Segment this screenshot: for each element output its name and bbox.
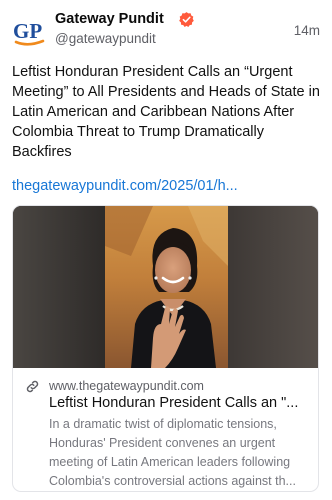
author-handle[interactable]: @gatewaypundit (55, 30, 156, 48)
card-image[interactable] (13, 206, 318, 368)
post-link[interactable]: thegatewaypundit.com/2025/01/h... (12, 176, 238, 196)
post-text: Leftist Honduran President Calls an “Urg… (12, 64, 320, 160)
author-name[interactable]: Gateway Pundit (55, 10, 164, 28)
card-title[interactable]: Leftist Honduran President Calls an "... (49, 394, 311, 413)
link-preview-card[interactable]: www.thegatewaypundit.com Leftist Hondura… (12, 205, 319, 492)
link-icon (25, 379, 40, 394)
post-timestamp[interactable]: 14m (294, 22, 320, 40)
card-description: In a dramatic twist of diplomatic tensio… (49, 417, 296, 488)
card-body: www.thegatewaypundit.com Leftist Hondura… (13, 368, 318, 491)
card-domain: www.thegatewaypundit.com (49, 379, 204, 393)
avatar-text: GP (13, 19, 42, 43)
verified-badge-icon (178, 11, 195, 28)
post-header: GP Gateway Pundit @gatewaypundit 14m (12, 10, 320, 50)
avatar[interactable]: GP (12, 14, 48, 50)
post[interactable]: GP Gateway Pundit @gatewaypundit 14m Lef… (0, 0, 332, 500)
